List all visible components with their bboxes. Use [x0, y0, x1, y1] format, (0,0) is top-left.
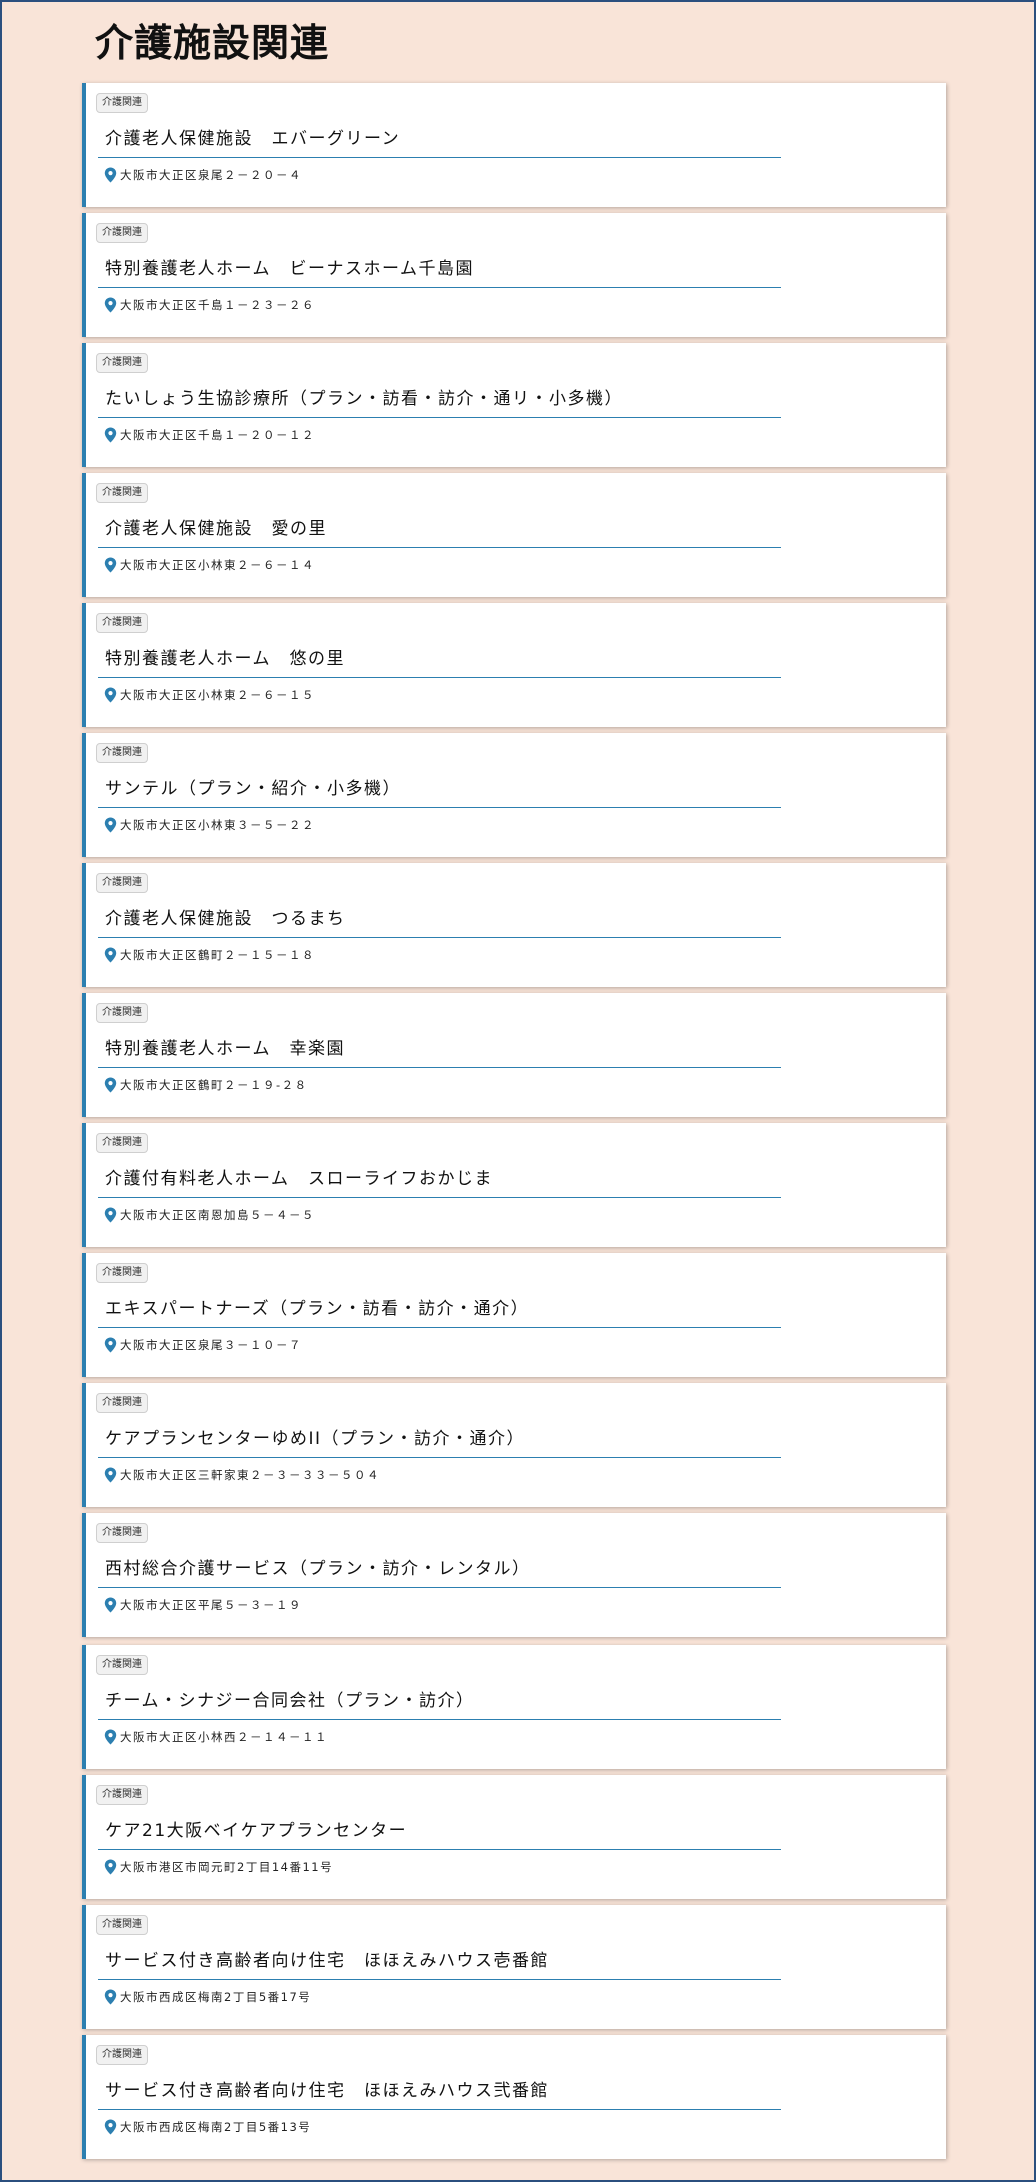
address-text: 大阪市西成区梅南2丁目5番13号	[120, 2120, 312, 2134]
category-badge: 介護関連	[96, 1393, 148, 1413]
category-badge: 介護関連	[96, 93, 148, 113]
facility-address: 大阪市大正区千島１－２０－１２	[104, 427, 315, 443]
facility-address: 大阪市大正区鶴町２－１９-２８	[104, 1077, 308, 1093]
facility-list: 介護関連 介護老人保健施設 エバーグリーン 大阪市大正区泉尾２－２０－４ 介護関連 特別…	[82, 83, 950, 2165]
address-text: 大阪市大正区小林東２－６－１５	[120, 688, 315, 702]
facility-card[interactable]: 介護関連西村総合介護サービス（プラン・訪介・レンタル） 大阪市大正区平尾５－３－１…	[82, 1513, 946, 1637]
address-text: 大阪市港区市岡元町2丁目14番11号	[120, 1860, 334, 1874]
facility-address: 大阪市大正区小林西２－１４－１１	[104, 1729, 328, 1745]
page-title: 介護施設関連	[95, 21, 330, 65]
map-pin-icon	[104, 2119, 117, 2135]
facility-card[interactable]: 介護関連特別養護老人ホーム ビーナスホーム千島園大阪市大正区千島１－２３－２６	[82, 213, 946, 337]
facility-name[interactable]: ケア21大阪ベイケアプランセンター	[98, 1819, 781, 1850]
address-text: 大阪市大正区泉尾２－２０－４	[120, 168, 302, 182]
map-pin-icon	[104, 427, 117, 443]
facility-name[interactable]: ケアプランセンターゆめII（プラン・訪介・通介）	[98, 1427, 781, 1458]
facility-name[interactable]: 介護老人保健施設 エバーグリーン	[98, 127, 781, 158]
facility-name[interactable]: 特別養護老人ホーム ビーナスホーム千島園	[98, 257, 781, 288]
facility-name[interactable]: チーム・シナジー合同会社（プラン・訪介）	[98, 1689, 781, 1720]
facility-name[interactable]: たいしょう生協診療所（プラン・訪看・訪介・通リ・小多機）	[98, 387, 781, 418]
map-pin-icon	[104, 687, 117, 703]
map-pin-icon	[104, 947, 117, 963]
category-badge: 介護関連	[96, 2045, 148, 2065]
address-text: 大阪市大正区千島１－２０－１２	[120, 428, 315, 442]
category-badge: 介護関連	[96, 1133, 148, 1153]
facility-name[interactable]: サービス付き高齢者向け住宅 ほほえみハウス壱番館	[98, 1949, 781, 1980]
address-text: 大阪市大正区小林西２－１４－１１	[120, 1730, 328, 1744]
facility-address: 大阪市大正区泉尾２－２０－４	[104, 167, 302, 183]
map-pin-icon	[104, 1077, 117, 1093]
map-pin-icon	[104, 1467, 117, 1483]
address-text: 大阪市大正区南恩加島５－４－５	[120, 1208, 315, 1222]
category-badge: 介護関連	[96, 1785, 148, 1805]
facility-card[interactable]: 介護関連エキスパートナーズ（プラン・訪看・訪介・通介） 大阪市大正区泉尾３－１０－…	[82, 1253, 946, 1377]
facility-address: 大阪市大正区平尾５－３－１９	[104, 1597, 302, 1613]
facility-name[interactable]: エキスパートナーズ（プラン・訪看・訪介・通介）	[98, 1297, 781, 1328]
facility-card[interactable]: 介護関連介護付有料老人ホーム スローライフおかじま大阪市大正区南恩加島５－４－５	[82, 1123, 946, 1247]
facility-card[interactable]: 介護関連ケアプランセンターゆめII（プラン・訪介・通介） 大阪市大正区三軒家東２－…	[82, 1383, 946, 1507]
category-badge: 介護関連	[96, 873, 148, 893]
category-badge: 介護関連	[96, 1263, 148, 1283]
map-pin-icon	[104, 1859, 117, 1875]
facility-name[interactable]: 西村総合介護サービス（プラン・訪介・レンタル）	[98, 1557, 781, 1588]
map-pin-icon	[104, 1207, 117, 1223]
address-text: 大阪市大正区小林東２－６－１４	[120, 558, 315, 572]
facility-card[interactable]: 介護関連介護老人保健施設 愛の里大阪市大正区小林東２－６－１４	[82, 473, 946, 597]
facility-card[interactable]: 介護関連ケア21大阪ベイケアプランセンター大阪市港区市岡元町2丁目14番11号	[82, 1775, 946, 1899]
facility-card[interactable]: 介護関連チーム・シナジー合同会社（プラン・訪介） 大阪市大正区小林西２－１４－１１	[82, 1645, 946, 1769]
address-text: 大阪市大正区小林東３－５－２２	[120, 818, 315, 832]
address-text: 大阪市大正区千島１－２３－２６	[120, 298, 315, 312]
address-text: 大阪市大正区泉尾３－１０－７	[120, 1338, 302, 1352]
category-badge: 介護関連	[96, 1655, 148, 1675]
facility-name[interactable]: 介護老人保健施設 つるまち	[98, 907, 781, 938]
category-badge: 介護関連	[96, 483, 148, 503]
map-pin-icon	[104, 1337, 117, 1353]
category-badge: 介護関連	[96, 223, 148, 243]
facility-address: 大阪市大正区小林東３－５－２２	[104, 817, 315, 833]
address-text: 大阪市西成区梅南2丁目5番17号	[120, 1990, 312, 2004]
address-text: 大阪市大正区鶴町２－１９-２８	[120, 1078, 308, 1092]
facility-address: 大阪市西成区梅南2丁目5番17号	[104, 1989, 311, 2005]
map-pin-icon	[104, 817, 117, 833]
facility-card[interactable]: 介護関連特別養護老人ホーム 悠の里大阪市大正区小林東２－６－１５	[82, 603, 946, 727]
facility-address: 大阪市大正区南恩加島５－４－５	[104, 1207, 315, 1223]
map-pin-icon	[104, 167, 117, 183]
category-badge: 介護関連	[96, 743, 148, 763]
map-pin-icon	[104, 297, 117, 313]
address-text: 大阪市大正区平尾５－３－１９	[120, 1598, 302, 1612]
facility-name[interactable]: 介護付有料老人ホーム スローライフおかじま	[98, 1167, 781, 1198]
facility-address: 大阪市大正区小林東２－６－１５	[104, 687, 315, 703]
facility-card[interactable]: 介護関連介護老人保健施設 つるまち大阪市大正区鶴町２－１５－１８	[82, 863, 946, 987]
facility-card[interactable]: 介護関連たいしょう生協診療所（プラン・訪看・訪介・通リ・小多機） 大阪市大正区千島…	[82, 343, 946, 467]
facility-name[interactable]: サンテル（プラン・紹介・小多機）	[98, 777, 781, 808]
address-text: 大阪市大正区三軒家東２－３－３３－５０４	[120, 1468, 380, 1482]
facility-address: 大阪市大正区泉尾３－１０－７	[104, 1337, 302, 1353]
address-text: 大阪市大正区鶴町２－１５－１８	[120, 948, 315, 962]
facility-name[interactable]: サービス付き高齢者向け住宅 ほほえみハウス弐番館	[98, 2079, 781, 2110]
facility-card[interactable]: 介護関連サンテル（プラン・紹介・小多機） 大阪市大正区小林東３－５－２２	[82, 733, 946, 857]
map-pin-icon	[104, 1729, 117, 1745]
facility-card[interactable]: 介護関連サービス付き高齢者向け住宅 ほほえみハウス弐番館大阪市西成区梅南2丁目5…	[82, 2035, 946, 2159]
facility-address: 大阪市港区市岡元町2丁目14番11号	[104, 1859, 333, 1875]
map-pin-icon	[104, 557, 117, 573]
facility-name[interactable]: 特別養護老人ホーム 悠の里	[98, 647, 781, 678]
category-badge: 介護関連	[96, 1915, 148, 1935]
category-badge: 介護関連	[96, 1523, 148, 1543]
facility-name[interactable]: 介護老人保健施設 愛の里	[98, 517, 781, 548]
facility-address: 大阪市大正区三軒家東２－３－３３－５０４	[104, 1467, 380, 1483]
map-pin-icon	[104, 1989, 117, 2005]
facility-address: 大阪市大正区小林東２－６－１４	[104, 557, 315, 573]
facility-address: 大阪市大正区鶴町２－１５－１８	[104, 947, 315, 963]
facility-card[interactable]: 介護関連サービス付き高齢者向け住宅 ほほえみハウス壱番館大阪市西成区梅南2丁目5…	[82, 1905, 946, 2029]
facility-address: 大阪市西成区梅南2丁目5番13号	[104, 2119, 311, 2135]
category-badge: 介護関連	[96, 353, 148, 373]
category-badge: 介護関連	[96, 1003, 148, 1023]
facility-card[interactable]: 介護関連特別養護老人ホーム 幸楽園大阪市大正区鶴町２－１９-２８	[82, 993, 946, 1117]
category-badge: 介護関連	[96, 613, 148, 633]
facility-card[interactable]: 介護関連介護老人保健施設 エバーグリーン大阪市大正区泉尾２－２０－４	[82, 83, 946, 207]
map-pin-icon	[104, 1597, 117, 1613]
facility-name[interactable]: 特別養護老人ホーム 幸楽園	[98, 1037, 781, 1068]
facility-address: 大阪市大正区千島１－２３－２６	[104, 297, 315, 313]
